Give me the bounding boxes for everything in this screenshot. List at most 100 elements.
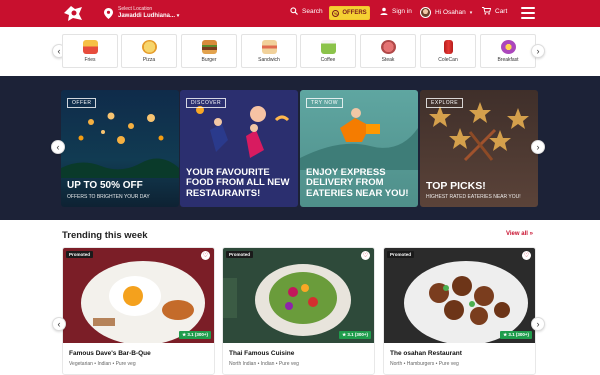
banner-headline: ENJOY EXPRESS DELIVERY FROM EATERIES NEA… xyxy=(306,166,409,199)
restaurant-image xyxy=(63,248,214,343)
banner-prev-arrow-icon[interactable]: ‹ xyxy=(51,140,65,154)
rating-value: 3.1 (300+) xyxy=(508,332,529,337)
category-coffee[interactable]: Coffee xyxy=(300,34,356,68)
category-label: ColeCan xyxy=(438,56,458,63)
category-row: ‹ Fries Pizza Burger Sandwich Coffee Ste… xyxy=(0,27,600,76)
favorite-heart-icon[interactable]: ♡ xyxy=(361,251,370,260)
location-caption: Select Location xyxy=(118,6,153,12)
category-fries[interactable]: Fries xyxy=(62,34,118,68)
banner-try-now[interactable]: TRY NOW ENJOY EXPRESS DELIVERY FROM EATE… xyxy=(300,90,418,207)
rating-badge: ★ 3.1 (300+) xyxy=(500,331,532,339)
banner-offer[interactable]: OFFER UP TO 50% OFF OFFERS TO BRIGHTEN Y… xyxy=(61,90,179,207)
search-icon xyxy=(290,7,298,15)
chevron-down-icon: ▾ xyxy=(176,13,180,19)
sandwich-icon xyxy=(261,39,277,54)
search-label: Search xyxy=(302,7,323,15)
banner-discover[interactable]: DISCOVER YOUR FAVOURITE FOOD FROM ALL NE… xyxy=(180,90,298,207)
trending-section: Trending this week View all » Promoted ♡… xyxy=(0,220,600,375)
category-colecan[interactable]: ColeCan xyxy=(420,34,476,68)
lanterns-illustration xyxy=(61,112,179,178)
chevron-down-icon: ▾ xyxy=(469,9,473,16)
restaurant-cuisine: North Indian • Indian • Pure veg xyxy=(229,361,299,367)
restaurant-card[interactable]: Promoted ♡ ★ 3.1 (300+) Thai Famous Cuis… xyxy=(222,247,375,375)
restaurant-name[interactable]: The osahan Restaurant xyxy=(390,350,462,357)
banner-headline: UP TO 50% OFF xyxy=(67,179,143,191)
people-illustration xyxy=(196,106,290,158)
breakfast-icon xyxy=(500,39,516,54)
promoted-badge: Promoted xyxy=(226,251,254,258)
location-value: Jawaddi Ludhiana... xyxy=(118,13,176,19)
category-label: Burger xyxy=(201,56,217,63)
banner-headline: TOP PICKS! xyxy=(426,179,486,192)
brand-logo[interactable] xyxy=(62,4,84,23)
category-sandwich[interactable]: Sandwich xyxy=(241,34,297,68)
category-label: Breakfast xyxy=(497,56,519,63)
trending-next-arrow-icon[interactable]: › xyxy=(531,317,545,331)
restaurant-image xyxy=(384,248,535,343)
section-title: Trending this week xyxy=(62,230,148,241)
banner-subtext: HIGHEST RATED EATERIES NEAR YOU! xyxy=(426,194,521,200)
rating-badge: ★ 3.1 (300+) xyxy=(179,331,211,339)
signin-label: Sign in xyxy=(392,7,412,15)
category-steak[interactable]: Steak xyxy=(360,34,416,68)
top-header: Select Location Jawaddi Ludhiana... ▾ Se… xyxy=(0,0,600,27)
restaurant-card[interactable]: Promoted ♡ ★ 3.1 (300+) The osahan Resta… xyxy=(383,247,536,375)
fries-icon xyxy=(82,39,98,54)
category-breakfast[interactable]: Breakfast xyxy=(480,34,536,68)
can-icon xyxy=(443,39,453,54)
search-link[interactable]: Search xyxy=(290,7,323,15)
promoted-badge: Promoted xyxy=(66,251,94,258)
favorite-heart-icon[interactable]: ♡ xyxy=(201,251,210,260)
avatar xyxy=(420,7,431,18)
category-label: Steak xyxy=(381,56,395,63)
category-pizza[interactable]: Pizza xyxy=(121,34,177,68)
delivery-illustration xyxy=(300,108,418,170)
stars-cutlery-illustration xyxy=(429,102,529,162)
banner-tag: EXPLORE xyxy=(426,98,464,108)
user-menu[interactable]: Hi Osahan ▾ xyxy=(420,7,472,18)
coffee-icon xyxy=(320,39,336,54)
restaurant-cuisine: Vegetarian • Indian • Pure veg xyxy=(69,361,136,367)
chevron-right-icon: » xyxy=(529,231,533,237)
user-icon xyxy=(380,7,388,15)
location-selector[interactable]: Select Location Jawaddi Ludhiana... ▾ xyxy=(104,6,179,20)
category-label: Pizza xyxy=(142,56,156,63)
offers-button[interactable]: % OFFERS xyxy=(329,6,370,20)
category-burger[interactable]: Burger xyxy=(181,34,237,68)
cart-label: Cart xyxy=(495,7,508,15)
steak-icon xyxy=(380,39,396,54)
banner-explore[interactable]: EXPLORE TOP PICKS! HIGHEST RATED EATERIE… xyxy=(420,90,538,207)
category-label: Coffee xyxy=(320,56,336,63)
burger-icon xyxy=(201,39,217,54)
category-label: Sandwich xyxy=(258,56,280,63)
user-label: Hi Osahan xyxy=(435,9,466,16)
restaurant-name[interactable]: Thai Famous Cuisine xyxy=(229,350,294,357)
restaurant-cuisine: North • Hamburgers • Pure veg xyxy=(390,361,459,367)
restaurant-name[interactable]: Famous Dave's Bar-B-Que xyxy=(69,350,151,357)
promo-carousel: OFFER UP TO 50% OFF OFFERS TO BRIGHTEN Y… xyxy=(0,76,600,220)
banner-subtext: OFFERS TO BRIGHTEN YOUR DAY xyxy=(67,194,150,200)
location-pin-icon xyxy=(104,7,113,19)
banner-tag: DISCOVER xyxy=(186,98,227,108)
category-label: Fries xyxy=(84,56,96,63)
restaurant-image xyxy=(223,248,374,343)
rating-badge: ★ 3.1 (300+) xyxy=(339,331,371,339)
cart-icon xyxy=(482,7,491,15)
category-next-arrow-icon[interactable]: › xyxy=(531,44,545,58)
view-all-label: View all xyxy=(506,231,528,237)
banner-headline: YOUR FAVOURITE FOOD FROM ALL NEW RESTAUR… xyxy=(186,166,290,199)
banner-tag: OFFER xyxy=(67,98,97,108)
hamburger-menu-icon[interactable] xyxy=(521,7,535,19)
favorite-heart-icon[interactable]: ♡ xyxy=(522,251,531,260)
offer-badge-icon: % xyxy=(332,9,340,17)
banner-tag: TRY NOW xyxy=(306,98,343,108)
cart-link[interactable]: Cart xyxy=(482,7,507,15)
offers-label: OFFERS xyxy=(342,10,367,16)
trending-prev-arrow-icon[interactable]: ‹ xyxy=(52,317,66,331)
signin-link[interactable]: Sign in xyxy=(380,7,412,15)
rating-value: 3.1 (300+) xyxy=(187,332,208,337)
restaurant-card[interactable]: Promoted ♡ ★ 3.1 (300+) Famous Dave's Ba… xyxy=(62,247,215,375)
view-all-link[interactable]: View all » xyxy=(506,231,533,237)
promoted-badge: Promoted xyxy=(387,251,415,258)
banner-next-arrow-icon[interactable]: › xyxy=(531,140,545,154)
